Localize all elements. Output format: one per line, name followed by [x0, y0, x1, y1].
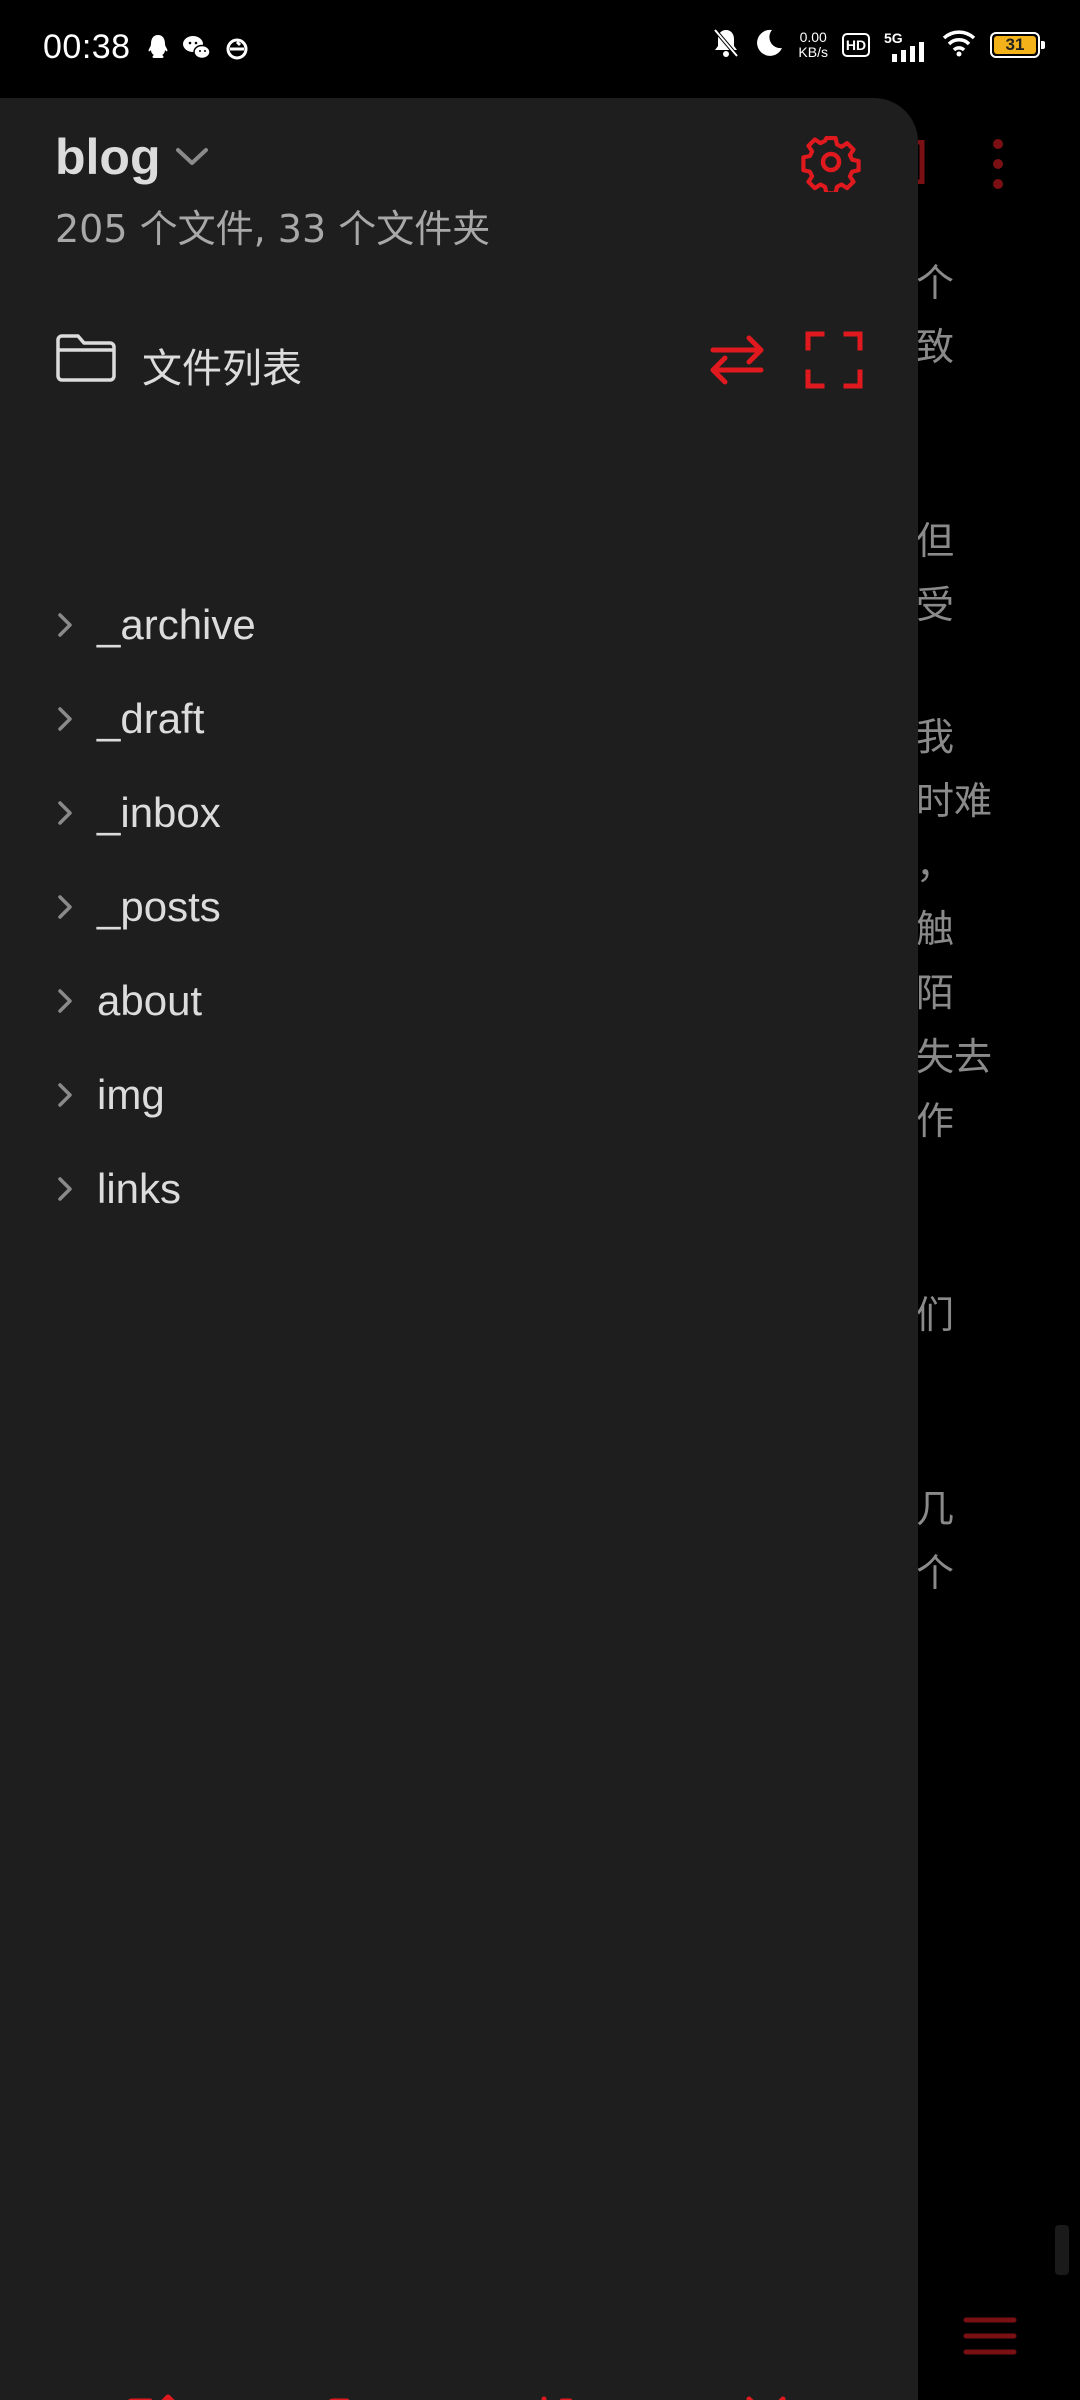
fullscreen-corners-icon[interactable]: [802, 328, 866, 392]
battery-icon: 31: [990, 32, 1045, 58]
pencil-square-icon: [127, 2394, 175, 2400]
wifi-icon: [942, 29, 976, 61]
folder-label: _posts: [97, 883, 221, 930]
hd-badge: HD: [842, 33, 870, 57]
editor-text-line: 失去: [916, 1035, 993, 1079]
chevron-right-icon: [55, 1075, 85, 1115]
drawer-bottom-toolbar: [0, 2388, 918, 2400]
editor-text-line: 陌: [916, 971, 955, 1015]
folder-label: img: [97, 1071, 165, 1118]
collapse-all-button[interactable]: [731, 2388, 801, 2400]
folder-icon: [56, 334, 116, 382]
status-right-icons: 0.00 KB/s HD 5G 31: [712, 27, 1045, 63]
editor-text-line: 我: [916, 715, 955, 759]
status-time: 00:38: [43, 28, 131, 66]
sort-descending-icon: [541, 2396, 573, 2400]
network-speed-value: 0.00: [799, 29, 827, 45]
folder-plus-icon: [328, 2398, 350, 2400]
swap-arrows-icon[interactable]: [705, 328, 769, 392]
folder-item-draft[interactable]: _draft: [55, 672, 855, 766]
editor-text-line: 作: [916, 1099, 955, 1143]
editor-text-line: 时难: [916, 779, 993, 823]
editor-text-line: 受: [916, 583, 955, 627]
vault-stats: 205 个文件, 33 个文件夹: [55, 207, 491, 251]
gear-icon[interactable]: [801, 132, 861, 192]
signal-indicator: 5G: [884, 30, 928, 62]
folder-label: links: [97, 1165, 182, 1212]
folder-item-img[interactable]: img: [55, 1048, 855, 1142]
folder-label: about: [97, 977, 203, 1024]
chevron-right-icon: [55, 699, 85, 739]
editor-text-line: 触: [916, 907, 955, 951]
editor-text-line: 但: [916, 519, 955, 563]
chevron-right-icon: [55, 981, 85, 1021]
screen: 00:38 0.00 KB/s HD 5G 31 个 致 但 受 我 时难 ， …: [0, 0, 1080, 2400]
signal-icon: [892, 42, 924, 62]
chevron-right-icon: [55, 605, 85, 645]
network-speed: 0.00 KB/s: [798, 30, 828, 60]
sync-icon: [224, 33, 250, 67]
editor-text-line: ，: [916, 843, 955, 887]
background-editor: 个 致 但 受 我 时难 ， 触 陌 失去 作 们 几 个: [900, 100, 1080, 2400]
chevron-right-icon: [55, 887, 85, 927]
new-note-button[interactable]: [117, 2388, 187, 2400]
qq-icon: [146, 33, 170, 67]
editor-text-line: 几: [916, 1487, 955, 1531]
file-list-title: 文件列表: [142, 346, 302, 392]
folder-item-posts[interactable]: _posts: [55, 860, 855, 954]
folder-item-links[interactable]: links: [55, 1142, 855, 1236]
collapse-all-icon: [746, 2396, 786, 2400]
sort-button[interactable]: [527, 2388, 597, 2400]
file-tree: _archive _draft _inbox _posts about img: [55, 578, 855, 1236]
editor-text-line: 们: [916, 1293, 955, 1337]
chevron-down-icon: [175, 148, 208, 165]
silent-bell-icon: [712, 27, 740, 63]
new-folder-button[interactable]: [322, 2388, 392, 2400]
vault-name: blog: [55, 129, 161, 185]
moon-icon: [754, 28, 784, 62]
file-list-header: 文件列表: [55, 328, 865, 398]
status-left-icons: [146, 33, 250, 67]
folder-label: _inbox: [97, 789, 221, 836]
hamburger-menu-icon[interactable]: [960, 2306, 1020, 2366]
folder-item-about[interactable]: about: [55, 954, 855, 1048]
folder-label: _archive: [97, 601, 256, 648]
editor-text-line: 个: [916, 1551, 955, 1595]
vault-switcher[interactable]: blog: [55, 128, 209, 186]
scrollbar-thumb[interactable]: [1055, 2225, 1069, 2275]
network-speed-unit: KB/s: [798, 44, 828, 60]
folder-item-inbox[interactable]: _inbox: [55, 766, 855, 860]
status-bar: 00:38 0.00 KB/s HD 5G 31: [0, 0, 1080, 100]
more-options-icon[interactable]: [988, 138, 1008, 190]
file-explorer-drawer: blog 205 个文件, 33 个文件夹 文件列表 _archive _dra…: [0, 98, 918, 2400]
editor-text-line: 致: [916, 325, 955, 369]
folder-item-archive[interactable]: _archive: [55, 578, 855, 672]
chevron-right-icon: [55, 1169, 85, 1209]
folder-label: _draft: [97, 695, 205, 742]
chevron-right-icon: [55, 793, 85, 833]
wechat-icon: [182, 33, 212, 67]
battery-level: 31: [1005, 35, 1025, 54]
editor-text-line: 个: [916, 261, 955, 305]
